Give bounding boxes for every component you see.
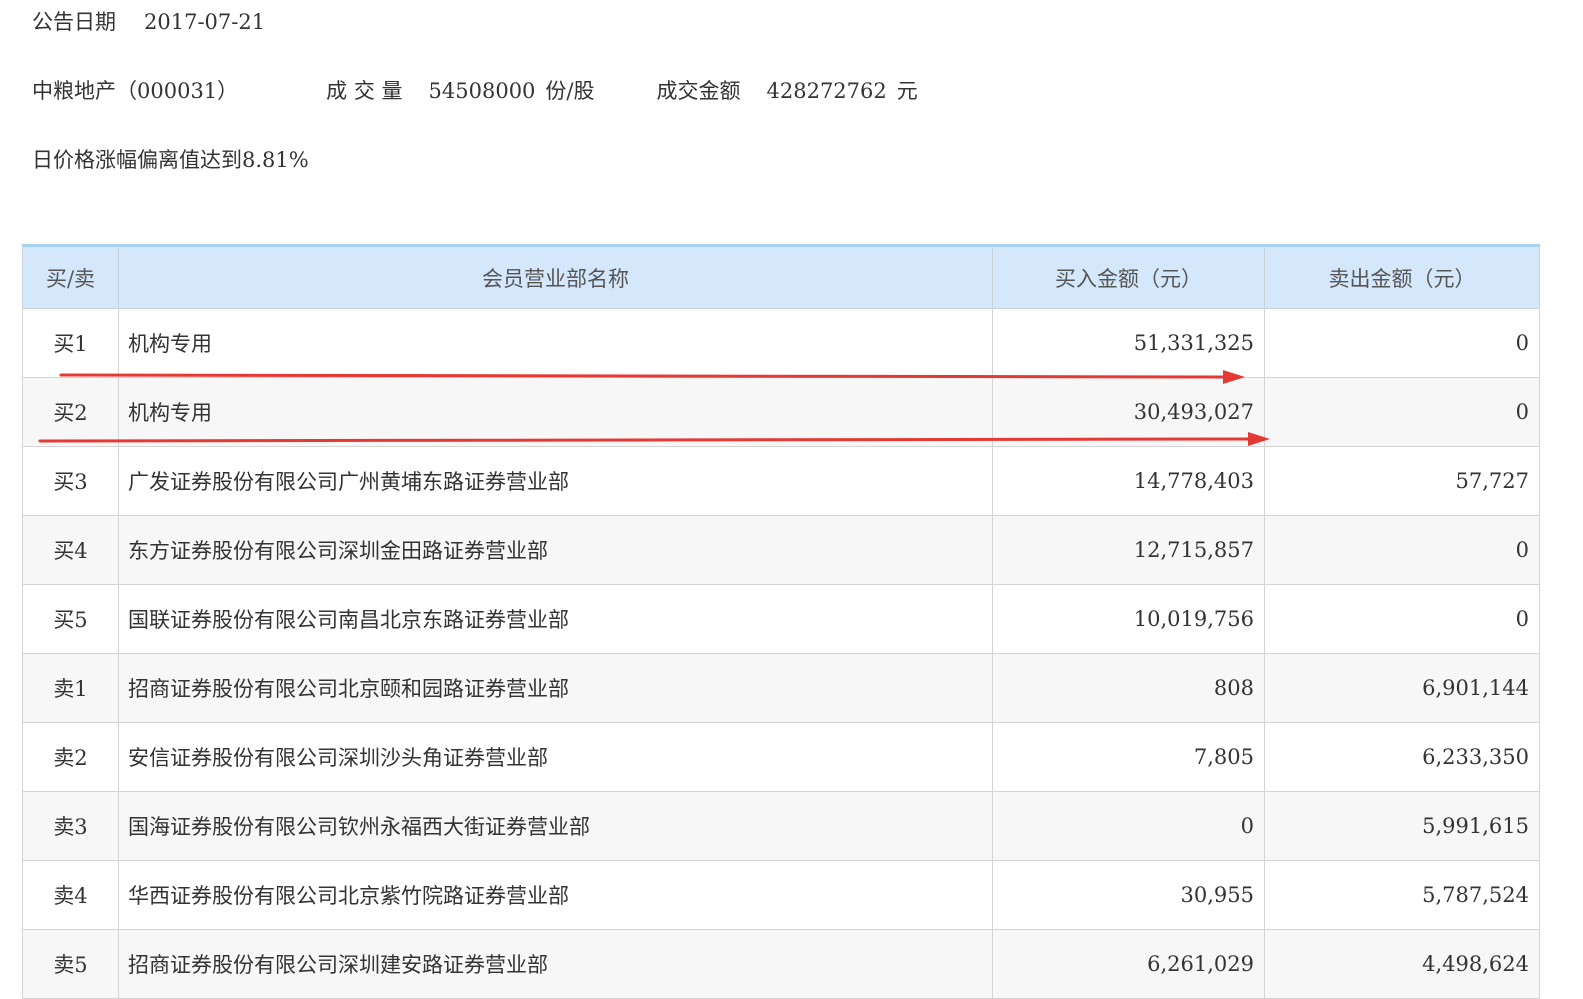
cell-sell-amount: 0 <box>1264 308 1540 378</box>
table-header-row: 买/卖 会员营业部名称 买入金额（元） 卖出金额（元） <box>22 244 1540 309</box>
listing-reason: 日价格涨幅偏离值达到8.81% <box>32 148 309 172</box>
cell-buy-amount: 51,331,325 <box>992 308 1265 378</box>
cell-buy-amount: 12,715,857 <box>992 515 1265 585</box>
cell-buy-amount: 808 <box>992 653 1265 723</box>
broker-trading-table-container: 买/卖 会员营业部名称 买入金额（元） 卖出金额（元） 买1 机构专用 51,331… <box>22 244 1540 999</box>
cell-side: 买3 <box>22 446 119 516</box>
cell-broker-name: 招商证券股份有限公司深圳建安路证券营业部 <box>118 929 993 999</box>
amount-unit: 元 <box>896 79 918 103</box>
table-row: 卖5 招商证券股份有限公司深圳建安路证券营业部 6,261,029 4,498,624 <box>22 929 1540 999</box>
volume-unit: 份/股 <box>545 79 595 103</box>
cell-buy-amount: 7,805 <box>992 722 1265 792</box>
volume-value: 54508000 <box>428 79 536 103</box>
cell-sell-amount: 0 <box>1264 377 1540 447</box>
stock-name-code: 中粮地产（000031） <box>32 79 239 103</box>
cell-buy-amount: 10,019,756 <box>992 584 1265 654</box>
volume-label: 成 交 量 <box>326 79 403 103</box>
table-row: 卖1 招商证券股份有限公司北京颐和园路证券营业部 808 6,901,144 <box>22 653 1540 723</box>
cell-sell-amount: 5,787,524 <box>1264 860 1540 930</box>
cell-broker-name: 东方证券股份有限公司深圳金田路证券营业部 <box>118 515 993 585</box>
cell-side: 买2 <box>22 377 119 447</box>
cell-broker-name: 国海证券股份有限公司钦州永福西大街证券营业部 <box>118 791 993 861</box>
cell-broker-name: 广发证券股份有限公司广州黄埔东路证券营业部 <box>118 446 993 516</box>
table-row: 买3 广发证券股份有限公司广州黄埔东路证券营业部 14,778,403 57,727 <box>22 446 1540 516</box>
table-row: 买4 东方证券股份有限公司深圳金田路证券营业部 12,715,857 0 <box>22 515 1540 585</box>
table-row: 买2 机构专用 30,493,027 0 <box>22 377 1540 447</box>
cell-broker-name: 机构专用 <box>118 308 993 378</box>
announcement-date-line: 公告日期 2017-07-21 <box>32 8 265 36</box>
stock-summary-line: 中粮地产（000031） 成 交 量 54508000 份/股 成交金额 42827276… <box>32 77 918 105</box>
cell-side: 买1 <box>22 308 119 378</box>
amount-label: 成交金额 <box>656 79 741 103</box>
cell-broker-name: 华西证券股份有限公司北京紫竹院路证券营业部 <box>118 860 993 930</box>
header-buy-amount: 买入金额（元） <box>992 244 1265 309</box>
cell-sell-amount: 6,233,350 <box>1264 722 1540 792</box>
cell-buy-amount: 30,955 <box>992 860 1265 930</box>
table-row: 卖4 华西证券股份有限公司北京紫竹院路证券营业部 30,955 5,787,524 <box>22 860 1540 930</box>
header-sell-amount: 卖出金额（元） <box>1264 244 1540 309</box>
cell-broker-name: 安信证券股份有限公司深圳沙头角证券营业部 <box>118 722 993 792</box>
cell-side: 卖2 <box>22 722 119 792</box>
cell-buy-amount: 30,493,027 <box>992 377 1265 447</box>
header-broker-name: 会员营业部名称 <box>118 244 993 309</box>
broker-trading-table: 买/卖 会员营业部名称 买入金额（元） 卖出金额（元） 买1 机构专用 51,331… <box>22 244 1540 999</box>
header-side: 买/卖 <box>22 244 119 309</box>
cell-side: 卖5 <box>22 929 119 999</box>
cell-side: 卖3 <box>22 791 119 861</box>
cell-sell-amount: 4,498,624 <box>1264 929 1540 999</box>
cell-buy-amount: 14,778,403 <box>992 446 1265 516</box>
table-row: 卖2 安信证券股份有限公司深圳沙头角证券营业部 7,805 6,233,350 <box>22 722 1540 792</box>
cell-broker-name: 国联证券股份有限公司南昌北京东路证券营业部 <box>118 584 993 654</box>
cell-broker-name: 招商证券股份有限公司北京颐和园路证券营业部 <box>118 653 993 723</box>
cell-buy-amount: 6,261,029 <box>992 929 1265 999</box>
cell-sell-amount: 5,991,615 <box>1264 791 1540 861</box>
cell-sell-amount: 0 <box>1264 584 1540 654</box>
cell-sell-amount: 6,901,144 <box>1264 653 1540 723</box>
table-row: 卖3 国海证券股份有限公司钦州永福西大街证券营业部 0 5,991,615 <box>22 791 1540 861</box>
cell-sell-amount: 57,727 <box>1264 446 1540 516</box>
announcement-date-label: 公告日期 <box>32 10 116 34</box>
table-row: 买1 机构专用 51,331,325 0 <box>22 308 1540 378</box>
cell-side: 卖1 <box>22 653 119 723</box>
cell-side: 卖4 <box>22 860 119 930</box>
table-row: 买5 国联证券股份有限公司南昌北京东路证券营业部 10,019,756 0 <box>22 584 1540 654</box>
cell-side: 买4 <box>22 515 119 585</box>
table-body: 买1 机构专用 51,331,325 0 买2 机构专用 30,493,027 0 买3 广发证券… <box>22 308 1540 999</box>
cell-side: 买5 <box>22 584 119 654</box>
cell-broker-name: 机构专用 <box>118 377 993 447</box>
announcement-date-value: 2017-07-21 <box>144 10 266 34</box>
cell-buy-amount: 0 <box>992 791 1265 861</box>
cell-sell-amount: 0 <box>1264 515 1540 585</box>
amount-value: 428272762 <box>766 79 887 103</box>
